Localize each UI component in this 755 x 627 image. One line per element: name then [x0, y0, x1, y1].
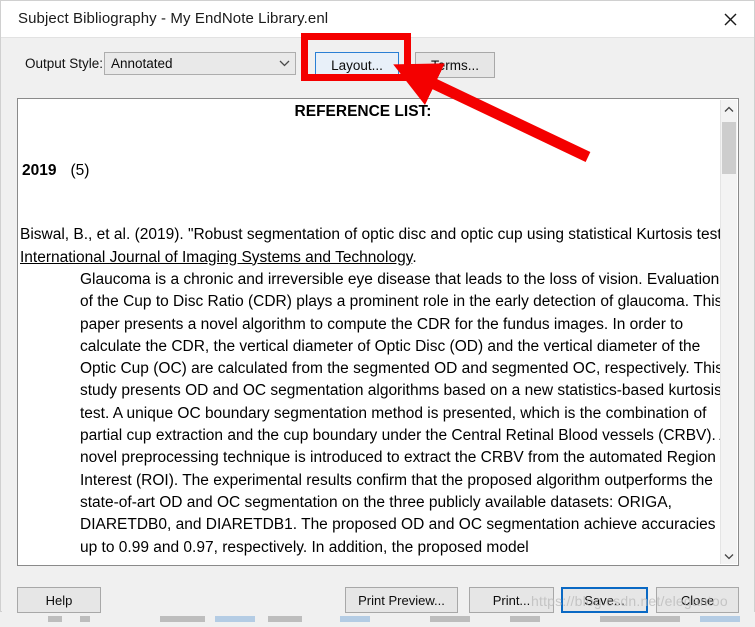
output-style-dropdown[interactable]: Annotated — [104, 52, 296, 75]
bibliography-preview-panel: REFERENCE LIST: 2019 (5) Biswal, B., et a… — [17, 98, 739, 566]
year-count: (5) — [70, 162, 90, 179]
scroll-up-button[interactable] — [721, 100, 737, 117]
subject-bibliography-dialog: Subject Bibliography - My EndNote Librar… — [0, 0, 755, 613]
window-title: Subject Bibliography - My EndNote Librar… — [18, 10, 329, 27]
window-close-button[interactable] — [706, 1, 754, 37]
close-icon — [724, 13, 737, 26]
print-button[interactable]: Print... — [469, 587, 554, 613]
help-button[interactable]: Help — [17, 587, 101, 613]
title-bar: Subject Bibliography - My EndNote Librar… — [1, 1, 754, 38]
terms-button[interactable]: Terms... — [415, 52, 495, 78]
citation-journal: International Journal of Imaging Systems… — [20, 248, 413, 266]
output-style-label: Output Style: — [25, 56, 104, 71]
year-label: 2019 — [22, 162, 57, 179]
reference-list-heading: REFERENCE LIST: — [294, 103, 432, 120]
citation-prefix: Biswal, B., et al. (2019). "Robust segme… — [20, 226, 722, 243]
close-button[interactable]: Close — [656, 587, 739, 613]
print-preview-button[interactable]: Print Preview... — [345, 587, 458, 613]
preview-vertical-scrollbar[interactable] — [720, 100, 737, 564]
output-style-value: Annotated — [111, 56, 173, 71]
background-window-row — [40, 616, 740, 622]
chevron-down-icon — [273, 60, 295, 67]
citation-abstract: Glaucoma is a chronic and irreversible e… — [80, 271, 722, 556]
layout-button[interactable]: Layout... — [315, 52, 399, 78]
citation-entry: Biswal, B., et al. (2019). "Robust segme… — [20, 224, 722, 269]
chevron-down-icon — [724, 547, 734, 565]
year-group-header: 2019 (5) — [22, 162, 89, 180]
scroll-down-button[interactable] — [721, 547, 737, 564]
chevron-up-icon — [724, 100, 734, 118]
scrollbar-thumb[interactable] — [722, 122, 736, 174]
citation-suffix: . — [412, 248, 417, 266]
save-button[interactable]: Save... — [561, 587, 648, 613]
bibliography-document: REFERENCE LIST: 2019 (5) Biswal, B., et a… — [18, 99, 722, 565]
background-window-strip — [0, 612, 755, 627]
